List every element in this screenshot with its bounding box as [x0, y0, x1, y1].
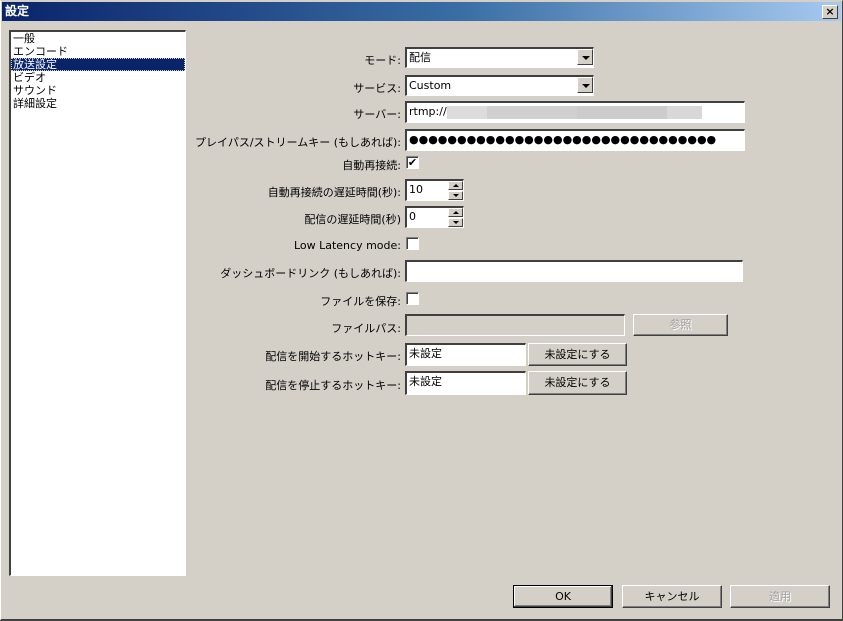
start-hotkey-value: 未設定: [409, 347, 442, 360]
reconnect-delay-spinbox[interactable]: 10: [405, 179, 464, 201]
stream-delay-spinbox[interactable]: 0: [405, 206, 464, 228]
checkmark-icon: ✔: [407, 156, 418, 169]
sidebar-item-encoding[interactable]: エンコード: [11, 45, 185, 58]
spin-down-icon[interactable]: [448, 218, 463, 227]
low-latency-label: Low Latency mode:: [293, 239, 401, 252]
clear-start-hotkey-button[interactable]: 未設定にする: [528, 343, 627, 366]
settings-dialog: 設定 × 一般 エンコード 放送設定 ビデオ サウンド 詳細設定 モード: 配信…: [0, 0, 843, 621]
spin-up-icon[interactable]: [448, 181, 463, 190]
stop-hotkey-label: 配信を停止するホットキー:: [265, 379, 401, 392]
apply-button[interactable]: 適用: [730, 585, 830, 608]
server-input[interactable]: rtmp://: [405, 101, 745, 123]
stream-key-value: ●●●●●●●●●●●●●●●●●●●●●●●●●●●●●●●●: [409, 133, 717, 146]
low-latency-checkbox[interactable]: [406, 237, 419, 250]
stop-hotkey-input[interactable]: 未設定: [405, 371, 526, 395]
service-value: Custom: [409, 79, 452, 92]
window-title: 設定: [5, 4, 30, 18]
cancel-button[interactable]: キャンセル: [622, 585, 722, 608]
title-bar: 設定 ×: [2, 2, 841, 21]
service-select[interactable]: Custom: [405, 75, 594, 96]
chevron-down-icon[interactable]: [577, 49, 593, 65]
auto-reconnect-label: 自動再接続:: [342, 159, 401, 172]
close-icon: ×: [825, 5, 835, 18]
sidebar-item-advanced[interactable]: 詳細設定: [11, 97, 185, 110]
start-hotkey-label: 配信を開始するホットキー:: [265, 350, 401, 363]
settings-category-list[interactable]: 一般 エンコード 放送設定 ビデオ サウンド 詳細設定: [9, 30, 186, 576]
sidebar-item-video[interactable]: ビデオ: [11, 71, 185, 84]
stream-delay-value: 0: [409, 210, 416, 223]
auto-reconnect-checkbox[interactable]: ✔: [406, 156, 419, 169]
stream-delay-label: 配信の遅延時間(秒): [304, 213, 401, 226]
stop-hotkey-value: 未設定: [409, 375, 442, 388]
stream-key-input[interactable]: ●●●●●●●●●●●●●●●●●●●●●●●●●●●●●●●●: [405, 129, 745, 151]
sidebar-item-general[interactable]: 一般: [11, 32, 185, 45]
browse-button[interactable]: 参照: [633, 314, 728, 336]
start-hotkey-input[interactable]: 未設定: [405, 343, 526, 366]
service-label: サービス:: [353, 82, 401, 95]
reconnect-delay-value: 10: [409, 183, 423, 196]
redacted-server-text: [446, 105, 702, 119]
server-label: サーバー:: [353, 108, 401, 121]
server-value: rtmp://: [409, 105, 447, 118]
file-path-label: ファイルパス:: [331, 322, 401, 335]
save-file-label: ファイルを保存:: [320, 295, 401, 308]
dashboard-link-input[interactable]: [405, 260, 743, 282]
mode-value: 配信: [409, 51, 431, 64]
mode-label: モード:: [364, 54, 401, 67]
ok-button[interactable]: OK: [513, 585, 613, 608]
clear-stop-hotkey-button[interactable]: 未設定にする: [528, 371, 627, 395]
spin-up-icon[interactable]: [448, 208, 463, 217]
spin-down-icon[interactable]: [448, 191, 463, 200]
dashboard-link-label: ダッシュボードリンク (もしあれば):: [220, 267, 401, 280]
mode-select[interactable]: 配信: [405, 47, 594, 68]
sidebar-item-audio[interactable]: サウンド: [11, 84, 185, 97]
sidebar-item-broadcast[interactable]: 放送設定: [11, 58, 185, 71]
close-button[interactable]: ×: [822, 5, 838, 19]
file-path-input[interactable]: [405, 314, 625, 336]
save-file-checkbox[interactable]: [406, 292, 419, 305]
reconnect-delay-label: 自動再接続の遅延時間(秒):: [267, 186, 401, 199]
stream-key-label: プレイパス/ストリームキー (もしあれば):: [195, 136, 401, 149]
chevron-down-icon[interactable]: [577, 77, 593, 93]
